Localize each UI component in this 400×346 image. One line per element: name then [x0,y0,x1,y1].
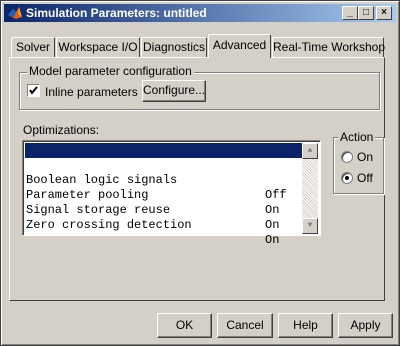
tab-diagnostics[interactable]: Diagnostics [141,37,207,57]
action-on-label: On [357,150,374,164]
matlab-logo-icon [7,5,23,21]
help-button[interactable]: Help [278,313,333,338]
tab-workspace-io[interactable]: Workspace I/O [56,37,140,57]
radio-selected-dot-icon [345,176,349,180]
action-off-radio[interactable] [341,172,353,184]
ok-button[interactable]: OK [157,313,212,338]
tab-solver[interactable]: Solver [11,37,55,57]
close-icon: × [381,7,387,18]
cancel-button[interactable]: Cancel [217,313,273,338]
inline-parameters-label: Inline parameters [45,85,138,99]
checkmark-icon [29,86,38,95]
window-title: Simulation Parameters: untitled [26,6,207,20]
close-button[interactable]: × [376,6,392,20]
optimizations-label: Optimizations: [23,123,100,137]
maximize-button[interactable]: □ [358,6,374,20]
title-bar[interactable]: Simulation Parameters: untitled _ □ × [4,4,396,22]
maximize-icon: □ [362,7,370,18]
action-off-label: Off [357,171,373,185]
action-group [333,137,384,194]
model-parameter-configuration-legend: Model parameter configuration [27,64,194,78]
minimize-button[interactable]: _ [342,6,358,20]
apply-button[interactable]: Apply [338,313,393,338]
advanced-panel: Model parameter configuration Inline par… [9,57,385,301]
dialog-window: Simulation Parameters: untitled _ □ × So… [0,0,400,346]
action-on-radio[interactable] [341,151,353,163]
action-legend: Action [338,130,376,144]
inline-parameters-checkbox[interactable] [27,84,40,97]
minimize-icon: _ [347,7,353,18]
tab-advanced[interactable]: Advanced [208,34,271,58]
tab-real-time-workshop[interactable]: Real-Time Workshop [272,37,385,57]
configure-button[interactable]: Configure... [142,80,206,102]
